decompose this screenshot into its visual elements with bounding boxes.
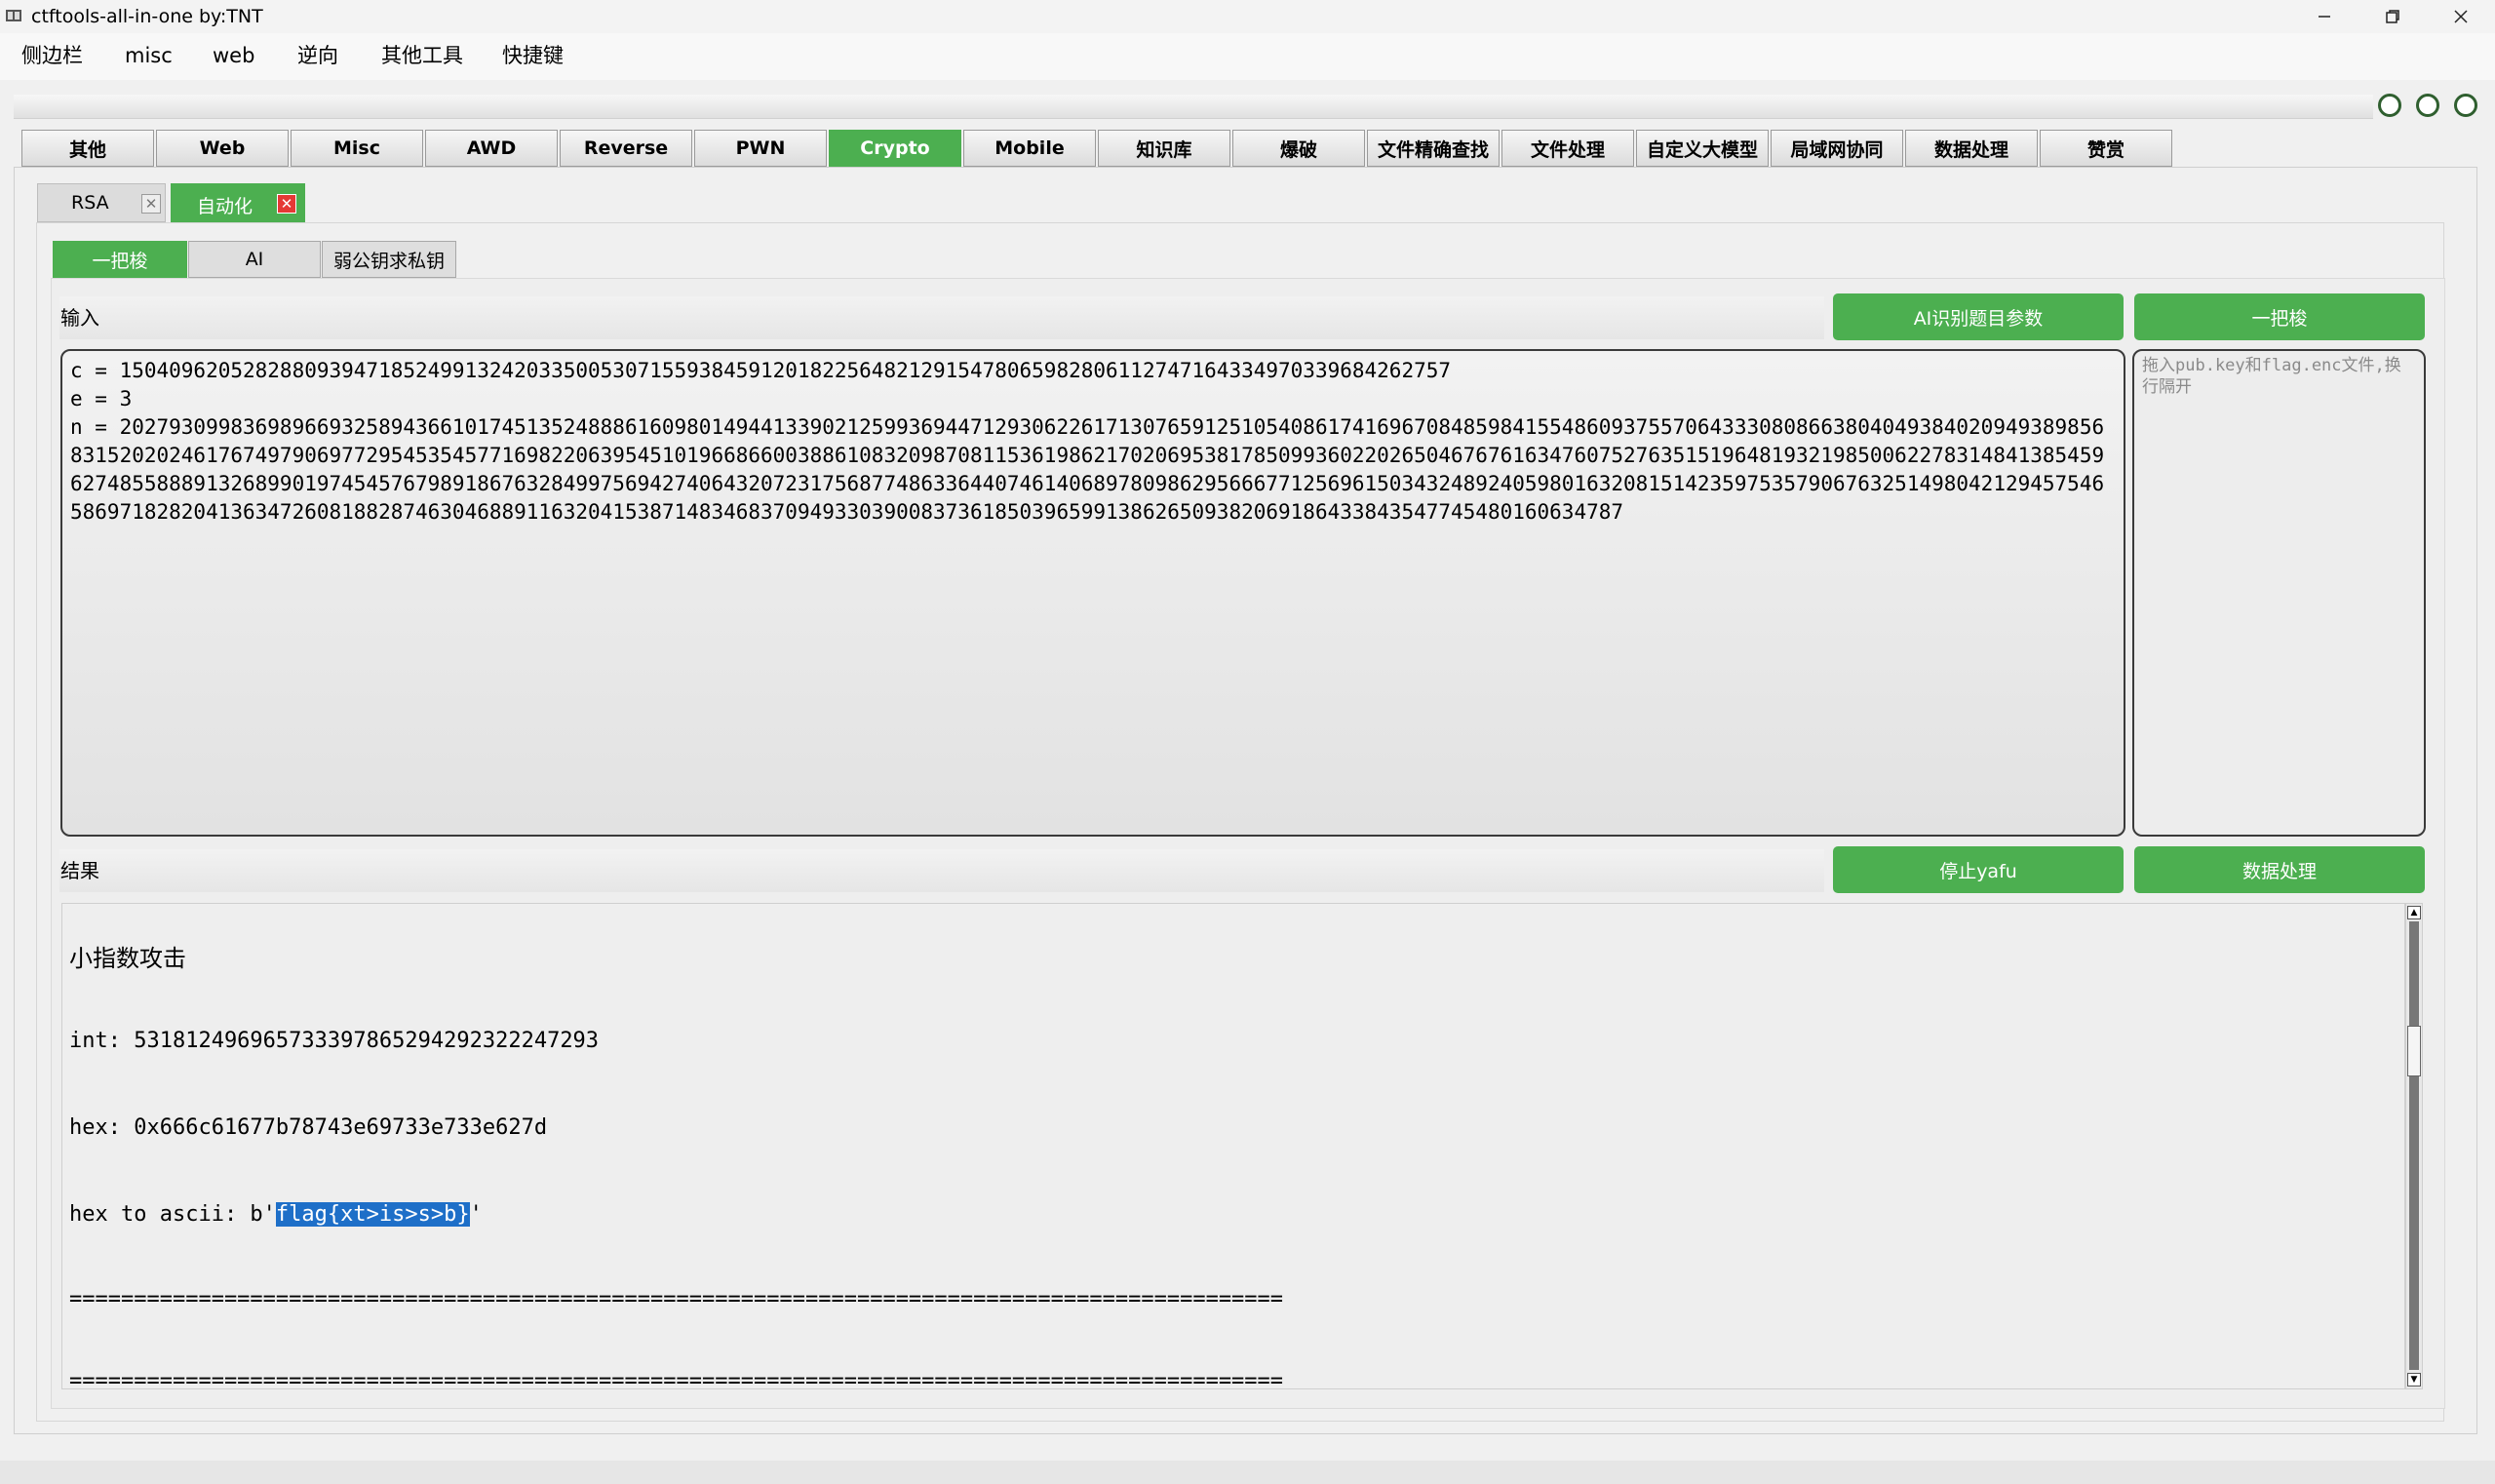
main-tab-item[interactable]: Reverse bbox=[560, 130, 692, 167]
main-tab-item[interactable]: 文件处理 bbox=[1501, 130, 1634, 167]
result-output[interactable]: 小指数攻击 int: 53181249696573339786529429232… bbox=[61, 903, 2405, 1389]
scroll-down-icon[interactable]: ▼ bbox=[2407, 1373, 2421, 1386]
result-heading: 小指数攻击 bbox=[69, 945, 186, 972]
main-tab-item[interactable]: 爆破 bbox=[1232, 130, 1365, 167]
result-label: 结果 bbox=[60, 859, 99, 882]
result-hex-line: hex: 0x666c61677b78743e69733e733e627d bbox=[69, 1115, 548, 1140]
separator-line: ========================================… bbox=[69, 1287, 1284, 1311]
file-drop-textarea[interactable] bbox=[2132, 349, 2426, 837]
scroll-track bbox=[2409, 921, 2419, 1370]
one-click-button[interactable]: 一把梭 bbox=[2134, 293, 2425, 340]
main-tab-item[interactable]: 其他 bbox=[21, 130, 154, 167]
tab-automation-label: 自动化 bbox=[197, 196, 253, 217]
main-tab-item[interactable]: 文件精确查找 bbox=[1367, 130, 1500, 167]
main-tab-item[interactable]: 赞赏 bbox=[2040, 130, 2172, 167]
menu-web[interactable]: web bbox=[213, 43, 254, 68]
separator-line: ========================================… bbox=[69, 1369, 1284, 1389]
scroll-up-icon[interactable]: ▲ bbox=[2407, 906, 2421, 919]
result-ascii-line: hex to ascii: b'flag{xt>is>s>b}' bbox=[69, 1202, 483, 1227]
menu-other-tools[interactable]: 其他工具 bbox=[381, 43, 463, 68]
app-icon bbox=[6, 10, 21, 21]
circle-button-3[interactable] bbox=[2454, 94, 2477, 117]
main-tab-item[interactable]: 数据处理 bbox=[1905, 130, 2038, 167]
menu-bar bbox=[0, 33, 2495, 80]
input-label-bar bbox=[59, 296, 1824, 339]
close-tab-icon[interactable]: ✕ bbox=[277, 194, 296, 214]
status-strip bbox=[0, 1461, 2495, 1484]
ascii-suffix: ' bbox=[469, 1202, 483, 1227]
close-tab-icon[interactable]: ✕ bbox=[141, 194, 161, 214]
title-bar: ctftools-all-in-one by:TNT bbox=[0, 0, 2495, 33]
tab-automation[interactable]: 自动化 ✕ bbox=[171, 183, 305, 222]
menu-misc[interactable]: misc bbox=[125, 43, 173, 68]
tab-rsa[interactable]: RSA ✕ bbox=[37, 183, 166, 222]
main-tab-item[interactable]: 知识库 bbox=[1098, 130, 1230, 167]
menu-shortcuts[interactable]: 快捷键 bbox=[502, 43, 564, 68]
ascii-prefix: hex to ascii: b' bbox=[69, 1202, 276, 1227]
main-tab-item[interactable]: 自定义大模型 bbox=[1636, 130, 1769, 167]
minimize-icon bbox=[2319, 16, 2330, 18]
toolbar-strip bbox=[14, 95, 2373, 119]
stop-yafu-button[interactable]: 停止yafu bbox=[1833, 846, 2124, 893]
minimize-button[interactable] bbox=[2290, 0, 2359, 33]
main-tab-item[interactable]: PWN bbox=[694, 130, 827, 167]
main-tab-item[interactable]: Mobile bbox=[963, 130, 1096, 167]
input-label: 输入 bbox=[60, 306, 99, 330]
selected-flag-text: flag{xt>is>s>b} bbox=[275, 1202, 470, 1227]
main-tab-item[interactable]: Web bbox=[156, 130, 289, 167]
circle-button-2[interactable] bbox=[2416, 94, 2439, 117]
ai-params-button[interactable]: AI识别题目参数 bbox=[1833, 293, 2124, 340]
data-process-button[interactable]: 数据处理 bbox=[2134, 846, 2425, 893]
circle-button-1[interactable] bbox=[2378, 94, 2401, 117]
menu-sidebar[interactable]: 侧边栏 bbox=[21, 43, 83, 68]
result-scrollbar[interactable]: ▲ ▼ bbox=[2405, 903, 2423, 1389]
close-button[interactable] bbox=[2427, 0, 2495, 33]
main-tab-item[interactable]: Misc bbox=[291, 130, 423, 167]
main-tab-item[interactable]: AWD bbox=[425, 130, 558, 167]
restore-button[interactable] bbox=[2359, 0, 2427, 33]
main-tab-item[interactable]: Crypto bbox=[829, 130, 961, 167]
menu-reverse[interactable]: 逆向 bbox=[297, 43, 338, 68]
subtab-ai[interactable]: AI bbox=[188, 241, 321, 278]
restore-icon bbox=[2386, 10, 2399, 23]
subtab-weak-pubkey[interactable]: 弱公钥求私钥 bbox=[322, 241, 456, 278]
input-textarea[interactable]: c = 150409620528288093947185249913242033… bbox=[60, 349, 2125, 837]
subtab-one-click[interactable]: 一把梭 bbox=[53, 241, 187, 278]
window-title: ctftools-all-in-one by:TNT bbox=[31, 6, 263, 27]
scroll-thumb[interactable] bbox=[2407, 1026, 2421, 1076]
tab-rsa-label: RSA bbox=[71, 192, 109, 214]
result-int-line: int: 53181249696573339786529429232224729… bbox=[69, 1029, 600, 1053]
main-tab-item[interactable]: 局域网协同 bbox=[1771, 130, 1903, 167]
result-label-bar bbox=[59, 849, 1824, 892]
close-icon bbox=[2454, 10, 2468, 23]
